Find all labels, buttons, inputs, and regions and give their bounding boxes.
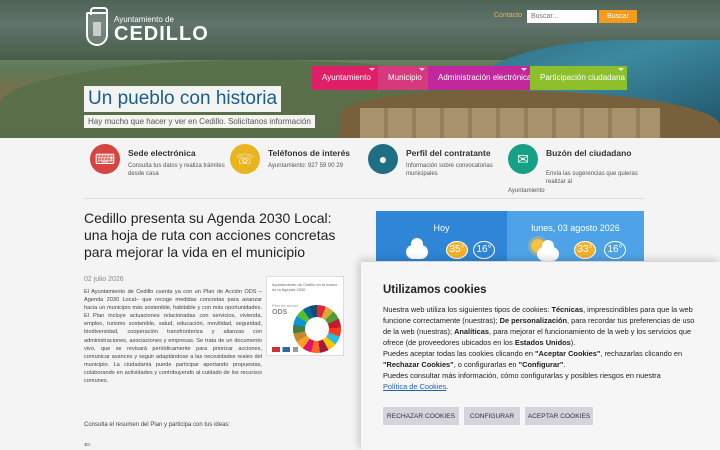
nav-item-administracion[interactable]: Administración electrónica [428, 66, 531, 90]
service-desc: Ayuntamiento: 927 59 00 29 [268, 163, 343, 169]
hero-subslogan[interactable]: Hay mucho que hacer y ver en Cedillo. So… [84, 115, 315, 128]
cookie-text-bold: "Rechazar Cookies" [383, 360, 454, 369]
cookie-text-part: . [446, 382, 449, 391]
cookie-text-bold: Estados Unidos [514, 338, 571, 347]
service-title: Perfil del contratante [406, 148, 491, 158]
configure-cookies-button[interactable]: CONFIGURAR [464, 407, 520, 425]
article-date: 02 julio 2026 [84, 276, 124, 283]
nav-item-ayuntamiento[interactable]: Ayuntamiento [312, 66, 378, 90]
poster-title: Ayuntamiento de Cedillo en el marco de l… [272, 282, 338, 292]
reject-cookies-button[interactable]: RECHAZAR COOKIES [383, 407, 459, 425]
cookie-text-part: , o configurarlas en [453, 360, 519, 369]
cookie-text-bold: De personalización [499, 316, 568, 325]
poster-ods-label: ODS [272, 309, 288, 316]
service-desc: Envía las sugerencias que quieras realiz… [546, 171, 638, 185]
arrow-left-icon[interactable]: ⇐ [84, 440, 91, 449]
weather-today: Hoy 35° 16° [376, 211, 507, 261]
divider [84, 198, 644, 199]
nav-item-municipio[interactable]: Municipio [378, 66, 428, 90]
service-desc: Información sobre convocatorias municipa… [406, 163, 493, 177]
phone-icon: ☏ [230, 144, 260, 174]
service-desc: Consulta tus datos y realiza trámites de… [128, 163, 225, 177]
weather-today-label: Hoy [433, 223, 450, 233]
main-nav: Ayuntamiento Municipio Administración el… [312, 66, 627, 90]
temp-high: 33° [574, 241, 596, 259]
logo-title: CEDILLO [114, 22, 209, 45]
cookie-text-bold: "Aceptar Cookies" [535, 349, 601, 358]
coat-of-arms-icon [86, 7, 108, 46]
article-footer: Consulta el resumen del Plan y participa… [84, 422, 231, 428]
cloud-icon [406, 238, 428, 259]
service-title: Buzón del ciudadano [546, 148, 632, 158]
agenda-2030-poster[interactable]: Ayuntamiento de Cedillo en el marco de l… [266, 276, 344, 356]
cookie-text-part: Puedes aceptar todas las cookies clicand… [383, 349, 536, 358]
nav-item-participacion[interactable]: Participación ciudadana [530, 66, 627, 90]
service-perfil-contratante[interactable]: ● Perfil del contratante Información sob… [368, 144, 518, 194]
news-article: Cedillo presenta su Agenda 2030 Local: u… [84, 210, 354, 261]
service-title: Teléfonos de interés [268, 148, 351, 158]
article-body: El Ayuntamiento de Cedillo cuenta ya con… [84, 289, 262, 385]
cookie-text: Nuestra web utiliza los siguientes tipos… [383, 304, 703, 392]
cookie-text-bold: Técnicas [551, 305, 584, 314]
services-row: ⌨ Sede electrónica Consulta tus datos y … [0, 138, 720, 198]
cookie-text-part: ). [570, 338, 576, 347]
user-icon: ● [368, 144, 398, 174]
site-logo[interactable]: Ayuntamiento de CEDILLO [86, 7, 209, 46]
cookie-policy-link[interactable]: Política de Cookies [383, 382, 446, 391]
cookie-text-part: , rechazarlas clicando en [600, 349, 683, 358]
service-sede-electronica[interactable]: ⌨ Sede electrónica Consulta tus datos y … [90, 144, 240, 194]
cloud-icon [537, 240, 559, 261]
temp-low: 16° [604, 241, 626, 259]
service-title: Sede electrónica [128, 148, 196, 158]
hero-slogan: Un pueblo con historia [84, 86, 282, 112]
cookie-text-part: . [563, 360, 566, 369]
article-title[interactable]: Cedillo presenta su Agenda 2030 Local: u… [84, 210, 354, 261]
cookie-text-bold: "Configurar" [518, 360, 564, 369]
search-button[interactable]: Buscar [599, 10, 637, 23]
service-buzon[interactable]: ✉ Buzón del ciudadano Envía las sugerenc… [508, 144, 658, 194]
poster-plan-label: Plan de acción [272, 303, 299, 308]
sdg-wheel-icon [293, 305, 341, 353]
keyboard-icon: ⌨ [90, 144, 120, 174]
weather-widget: Hoy 35° 16° lunes, 03 agosto 2026 33° 16… [376, 211, 644, 261]
accept-cookies-button[interactable]: ACEPTAR COOKIES [525, 407, 593, 425]
temp-high: 35° [446, 241, 468, 259]
temp-low: 16° [473, 241, 495, 259]
cookie-banner: Utilizamos cookies Nuestra web utiliza l… [361, 262, 720, 450]
cookie-text-bold: Analíticas [454, 327, 489, 336]
contact-link[interactable]: Contacto [494, 12, 522, 19]
search-input[interactable] [527, 10, 597, 23]
cookie-title: Utilizamos cookies [383, 284, 487, 296]
weather-tomorrow-label: lunes, 03 agosto 2026 [531, 223, 620, 233]
weather-tomorrow: lunes, 03 agosto 2026 33° 16° [507, 211, 644, 261]
service-desc-continued: Ayuntamiento [508, 188, 545, 194]
service-telefonos[interactable]: ☏ Teléfonos de interés Ayuntamiento: 927… [230, 144, 380, 194]
cookie-text-part: Puedes consultar más información, cómo c… [383, 371, 661, 380]
sponsor-logos [272, 347, 298, 352]
cookie-text-part: Nuestra web utiliza los siguientes tipos… [383, 305, 552, 314]
